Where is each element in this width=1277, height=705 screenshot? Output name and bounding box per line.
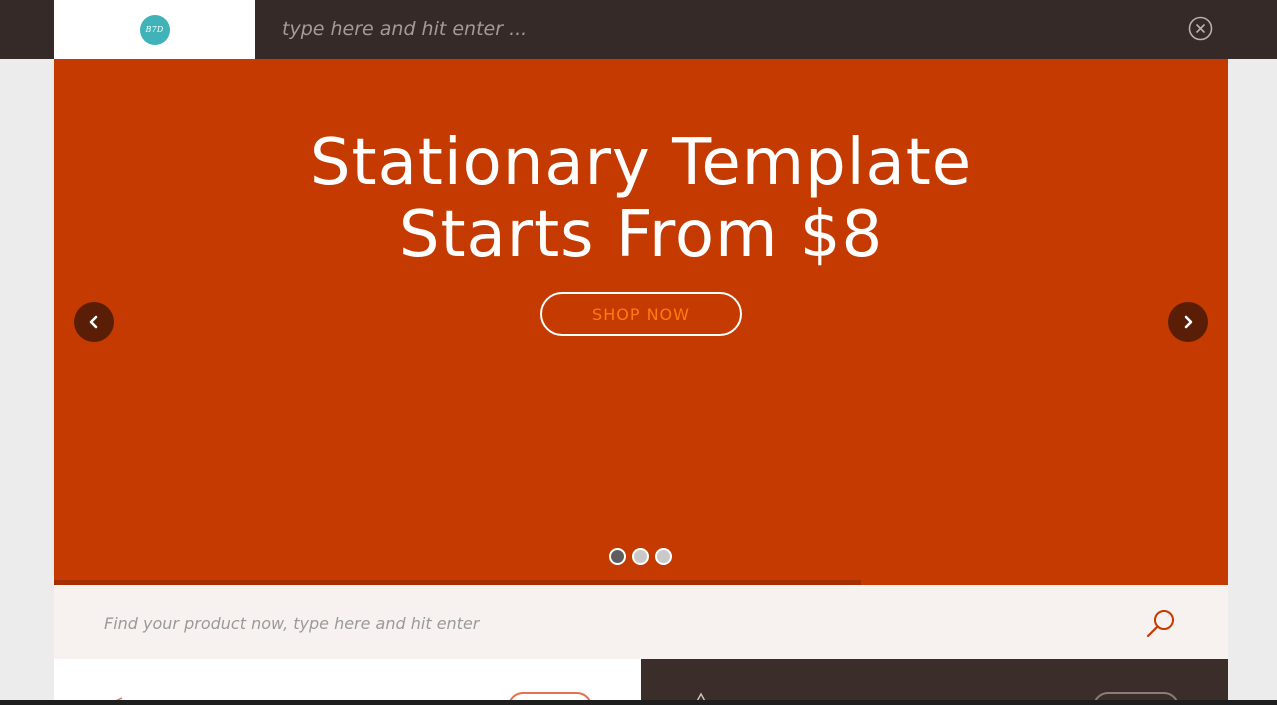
promo-panel-left — [54, 659, 641, 705]
slider-pagination — [609, 548, 672, 565]
overlay-search-input[interactable] — [282, 14, 1142, 44]
slider-dot-1[interactable] — [609, 548, 626, 565]
chevron-right-icon — [1184, 315, 1193, 329]
hero-title-line-1: Stationary Template — [309, 126, 973, 200]
search-icon — [1146, 610, 1174, 638]
slider-dot-3[interactable] — [655, 548, 672, 565]
slider-prev-button[interactable] — [74, 302, 114, 342]
logo[interactable]: B7D — [54, 0, 255, 59]
slider-dot-2[interactable] — [632, 548, 649, 565]
hero-slider: Stationary Template Starts From $8 SHOP … — [54, 59, 1228, 585]
close-circle-icon — [1188, 16, 1213, 41]
product-search-bar — [54, 585, 1228, 659]
slider-next-button[interactable] — [1168, 302, 1208, 342]
product-search-button[interactable] — [1144, 607, 1178, 641]
shop-now-button[interactable]: SHOP NOW — [540, 292, 742, 336]
chevron-left-icon — [89, 315, 98, 329]
promo-panel-right — [641, 659, 1228, 705]
hero-title: Stationary Template Starts From $8 — [54, 127, 1228, 271]
logo-badge: B7D — [139, 14, 170, 45]
search-overlay-bar: B7D — [0, 0, 1277, 59]
hero-title-line-2: Starts From $8 — [398, 198, 884, 272]
close-search-button[interactable] — [1188, 16, 1213, 41]
product-search-input[interactable] — [104, 609, 1104, 637]
page-bottom-edge — [0, 700, 1277, 705]
